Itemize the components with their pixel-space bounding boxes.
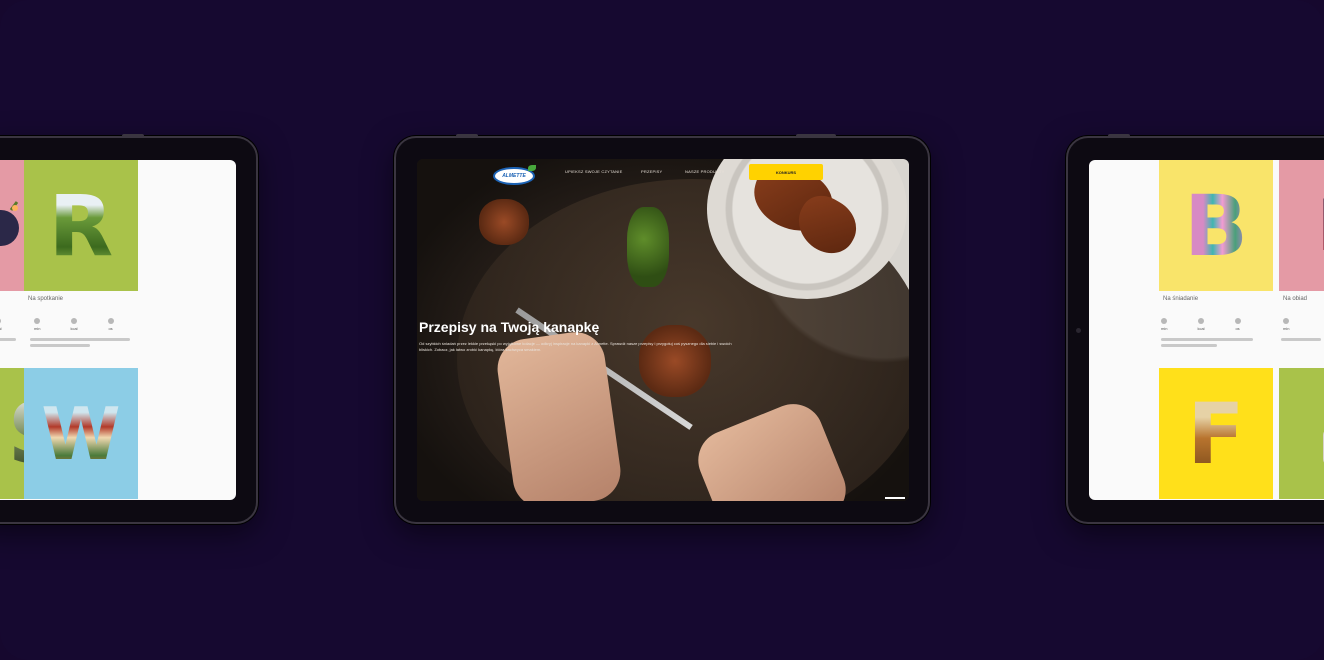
tablet-button bbox=[456, 134, 478, 137]
flame-icon bbox=[1198, 318, 1205, 324]
recipe-card-green[interactable] bbox=[1279, 368, 1324, 499]
clock-icon bbox=[1283, 318, 1290, 324]
card-letter: B bbox=[1183, 176, 1249, 275]
showcase-background: R Na spotkanie min kcal min kcal os S W bbox=[0, 0, 1324, 660]
nav-link-products[interactable]: NASZE PRODUKTY bbox=[685, 169, 724, 174]
logo-text: ALMETTE bbox=[502, 173, 526, 179]
hero-title: Przepisy na Twoją kanapkę bbox=[419, 319, 600, 335]
card-description bbox=[1161, 344, 1217, 347]
flame-icon bbox=[71, 318, 78, 324]
card-description bbox=[30, 338, 130, 341]
card-letter: R bbox=[48, 176, 114, 275]
card-meta-row: min bbox=[1283, 318, 1289, 331]
card-meta-row: min kcal os bbox=[1161, 318, 1241, 331]
card-caption: Na śniadanie bbox=[1163, 296, 1199, 302]
recipe-card-blue[interactable]: W bbox=[24, 368, 138, 499]
nav-link-recipes[interactable]: PRZEPISY bbox=[641, 169, 662, 174]
hero-description: Od szybkich śniadań przez lekkie przekąs… bbox=[419, 341, 732, 352]
slider-indicator[interactable] bbox=[885, 497, 905, 499]
tablet-button bbox=[1108, 134, 1130, 137]
recipe-card-yellow-2[interactable]: F bbox=[1159, 368, 1273, 499]
card-caption: Na spotkanie bbox=[28, 296, 64, 302]
tablet-button bbox=[796, 134, 836, 137]
tablet-right-screen: B D Na śniadanie Na obiad min kcal os mi… bbox=[1089, 160, 1324, 500]
tablet-center: ALMETTE UPIEKSZ SWOJE CZYTANIE PRZEPISY … bbox=[394, 134, 930, 524]
card-meta-row: min kcal bbox=[0, 318, 2, 331]
card-description bbox=[0, 338, 16, 341]
nav-link-1[interactable]: UPIEKSZ SWOJE CZYTANIE bbox=[565, 169, 622, 174]
tablet-left-screen: R Na spotkanie min kcal min kcal os S W bbox=[0, 160, 236, 500]
clock-icon bbox=[34, 318, 41, 324]
herbs-photo bbox=[627, 207, 669, 287]
card-description bbox=[30, 344, 90, 347]
recipe-hero-screen: ALMETTE UPIEKSZ SWOJE CZYTANIE PRZEPISY … bbox=[417, 159, 909, 501]
site-navbar: ALMETTE UPIEKSZ SWOJE CZYTANIE PRZEPISY … bbox=[417, 159, 909, 187]
berry-illustration-icon bbox=[0, 200, 19, 246]
card-description bbox=[1281, 338, 1321, 341]
card-letter: W bbox=[41, 391, 121, 476]
tablet-right: B D Na śniadanie Na obiad min kcal os mi… bbox=[1066, 134, 1324, 524]
card-meta-row: min kcal os bbox=[34, 318, 114, 331]
card-letter: F bbox=[1187, 384, 1245, 483]
nuts-photo bbox=[479, 199, 529, 245]
card-caption: Na obiad bbox=[1283, 296, 1308, 302]
cta-button[interactable]: KONKURS bbox=[749, 164, 823, 180]
recipe-card-green[interactable]: R bbox=[24, 160, 138, 291]
recipe-card-pink[interactable]: D bbox=[1279, 160, 1324, 291]
clock-icon bbox=[1161, 318, 1168, 324]
card-description bbox=[1161, 338, 1253, 341]
person-illustration-icon bbox=[1323, 431, 1324, 462]
tablet-left: R Na spotkanie min kcal min kcal os S W bbox=[0, 134, 258, 524]
people-icon bbox=[107, 318, 114, 324]
leaf-icon bbox=[528, 165, 536, 171]
nuts-photo bbox=[639, 325, 711, 397]
almette-logo[interactable]: ALMETTE bbox=[493, 165, 536, 185]
camera-dot bbox=[1076, 328, 1081, 333]
people-icon bbox=[1234, 318, 1241, 324]
flame-icon bbox=[0, 318, 2, 324]
recipe-card-yellow[interactable]: B bbox=[1159, 160, 1273, 291]
tablet-button bbox=[122, 134, 144, 137]
